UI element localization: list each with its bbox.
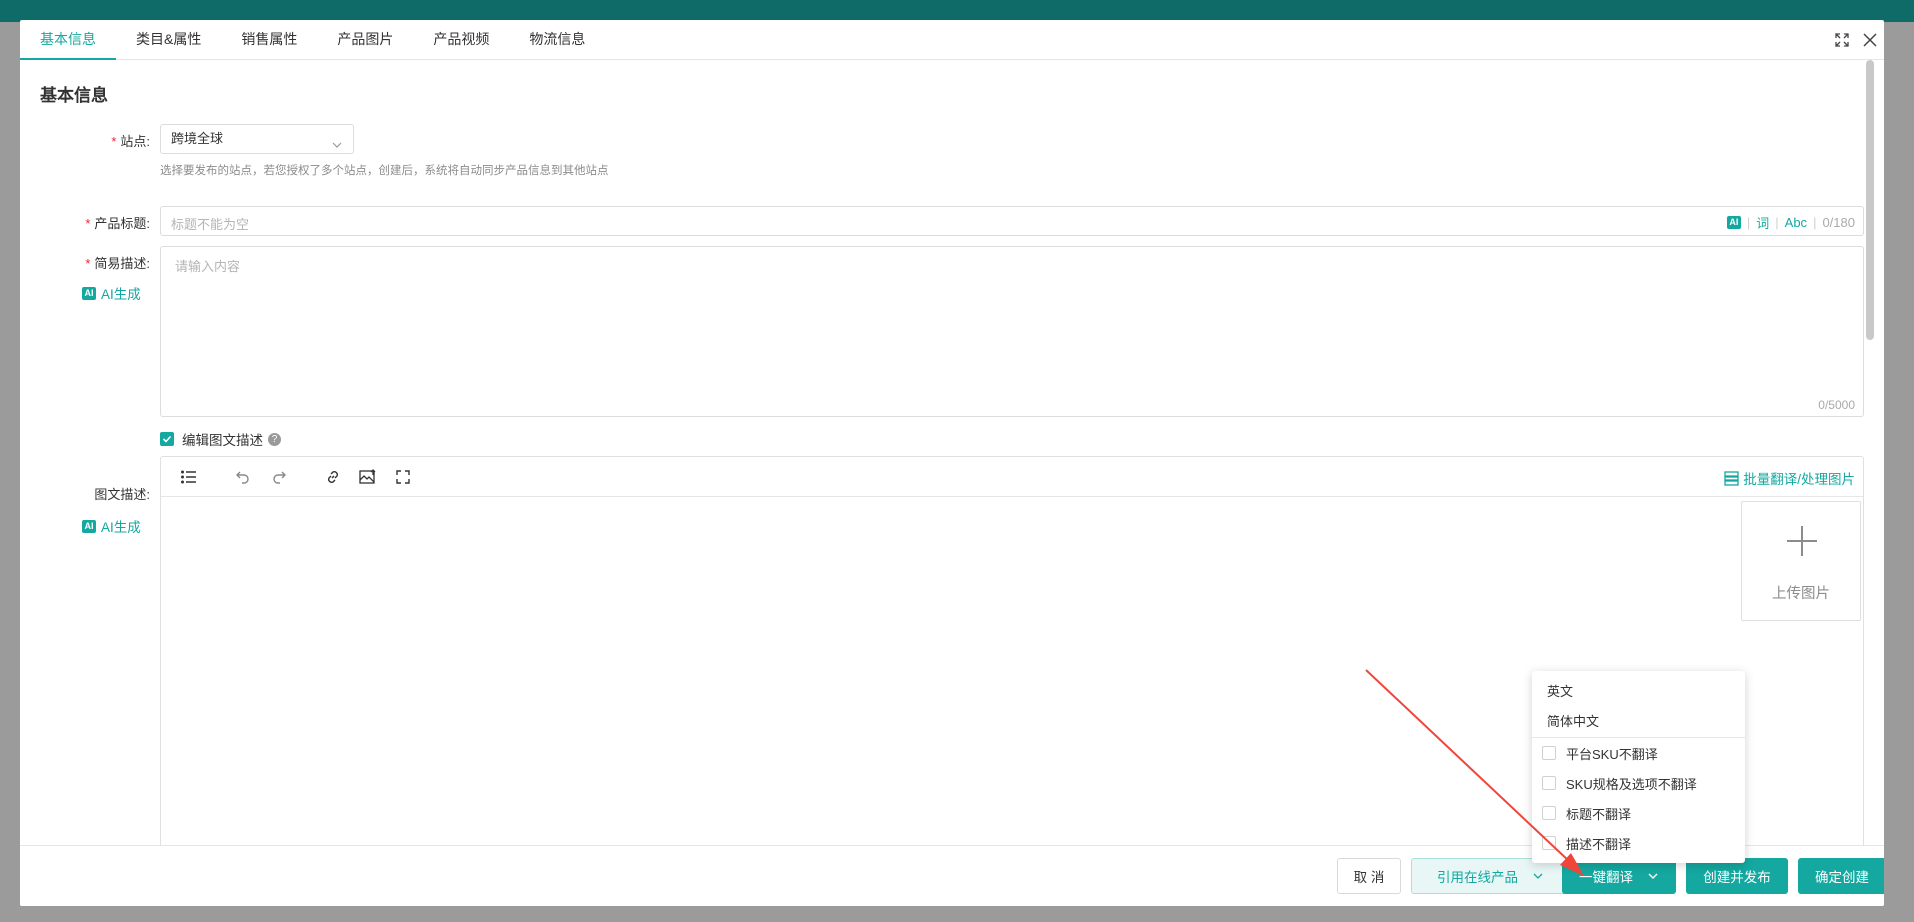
editor-toolbar: 批量翻译/处理图片 <box>161 457 1863 497</box>
batch-translate-images-button[interactable]: 批量翻译/处理图片 <box>1724 468 1855 488</box>
title-char-count: 0/180 <box>1822 215 1855 230</box>
option-skip-description[interactable]: 描述不翻译 <box>1532 828 1745 858</box>
product-title-placeholder: 标题不能为空 <box>171 217 250 232</box>
tab-logistics-info[interactable]: 物流信息 <box>509 20 605 59</box>
checkbox[interactable] <box>1542 806 1556 820</box>
site-hint: 选择要发布的站点，若您授权了多个站点，创建后，系统将自动同步产品信息到其他站点 <box>160 165 609 177</box>
undo-icon[interactable] <box>233 467 253 487</box>
site-select-value: 跨境全球 <box>171 131 224 146</box>
modal-scrollbar[interactable] <box>1866 60 1874 340</box>
option-skip-sku-specs[interactable]: SKU规格及选项不翻译 <box>1532 768 1745 798</box>
option-skip-platform-sku[interactable]: 平台SKU不翻译 <box>1532 738 1745 768</box>
short-desc-label: * 简易描述: <box>85 256 150 271</box>
short-desc-textarea[interactable]: 请输入内容 0/5000 <box>160 246 1864 417</box>
ai-icon: AI <box>82 519 96 533</box>
rich-desc-ai-generate[interactable]: AI AI生成 <box>82 516 141 536</box>
reference-online-product-button[interactable]: 引用在线产品 <box>1411 858 1570 894</box>
tab-product-images[interactable]: 产品图片 <box>317 20 413 59</box>
upload-image-box[interactable]: 上传图片 <box>1741 501 1861 621</box>
link-icon[interactable] <box>323 467 343 487</box>
product-title-label: * 产品标题: <box>85 216 150 231</box>
app-header <box>0 0 1914 22</box>
edit-rich-desc-checkbox-row[interactable]: 编辑图文描述 ? <box>160 429 281 449</box>
create-and-publish-button[interactable]: 创建并发布 <box>1686 858 1788 894</box>
site-select[interactable]: 跨境全球 <box>160 124 354 154</box>
title-tools: AI | 词 | Abc | 0/180 <box>1726 213 1855 232</box>
cancel-button[interactable]: 取 消 <box>1337 858 1401 894</box>
tab-sales-attributes[interactable]: 销售属性 <box>221 20 317 59</box>
option-skip-title[interactable]: 标题不翻译 <box>1532 798 1745 828</box>
confirm-create-button[interactable]: 确定创建 <box>1798 858 1884 894</box>
edit-rich-desc-label: 编辑图文描述 <box>182 433 263 448</box>
checkbox[interactable] <box>1542 746 1556 760</box>
tab-category-attributes[interactable]: 类目&属性 <box>116 20 221 59</box>
case-format-button[interactable]: Abc <box>1785 215 1807 230</box>
fullscreen-icon[interactable] <box>1832 30 1852 50</box>
chevron-down-icon <box>1647 870 1659 882</box>
short-desc-placeholder: 请输入内容 <box>175 259 241 274</box>
translate-to-simplified-chinese[interactable]: 简体中文 <box>1532 707 1745 737</box>
short-desc-char-count: 0/5000 <box>1818 398 1855 412</box>
section-title: 基本信息 <box>40 86 108 105</box>
image-upload-icon[interactable] <box>358 467 378 487</box>
tab-bar: 基本信息 类目&属性 销售属性 产品图片 产品视频 物流信息 <box>20 20 1884 60</box>
checkbox[interactable] <box>1542 776 1556 790</box>
ai-icon: AI <box>82 286 96 300</box>
product-title-input[interactable]: 标题不能为空 AI | 词 | Abc | 0/180 <box>160 206 1864 236</box>
chevron-down-icon <box>331 133 343 161</box>
translate-to-english[interactable]: 英文 <box>1532 677 1745 707</box>
keyword-button[interactable]: 词 <box>1756 213 1769 232</box>
edit-rich-desc-checkbox[interactable] <box>160 432 174 446</box>
create-product-modal: 基本信息 类目&属性 销售属性 产品图片 产品视频 物流信息 基本信息 * 站点:… <box>20 20 1884 906</box>
plus-icon <box>1787 526 1817 559</box>
ai-title-button[interactable]: AI <box>1726 216 1741 229</box>
translate-dropdown-menu: 英文 简体中文 平台SKU不翻译 SKU规格及选项不翻译 标题不翻译 描述不翻译 <box>1532 671 1745 863</box>
checkbox[interactable] <box>1542 836 1556 850</box>
short-desc-ai-generate[interactable]: AI AI生成 <box>82 283 141 303</box>
list-icon[interactable] <box>179 467 199 487</box>
expand-icon[interactable] <box>393 467 413 487</box>
close-icon[interactable] <box>1860 30 1880 50</box>
one-click-translate-button[interactable]: 一键翻译 <box>1562 858 1676 894</box>
tab-basic-info[interactable]: 基本信息 <box>20 20 116 60</box>
redo-icon[interactable] <box>269 467 289 487</box>
upload-image-label: 上传图片 <box>1772 586 1830 602</box>
site-label: * 站点: <box>111 134 150 149</box>
tab-product-video[interactable]: 产品视频 <box>413 20 509 59</box>
layers-icon <box>1724 470 1739 486</box>
chevron-down-icon <box>1532 870 1544 882</box>
rich-desc-label: 图文描述: <box>94 487 150 502</box>
help-icon[interactable]: ? <box>268 432 281 446</box>
